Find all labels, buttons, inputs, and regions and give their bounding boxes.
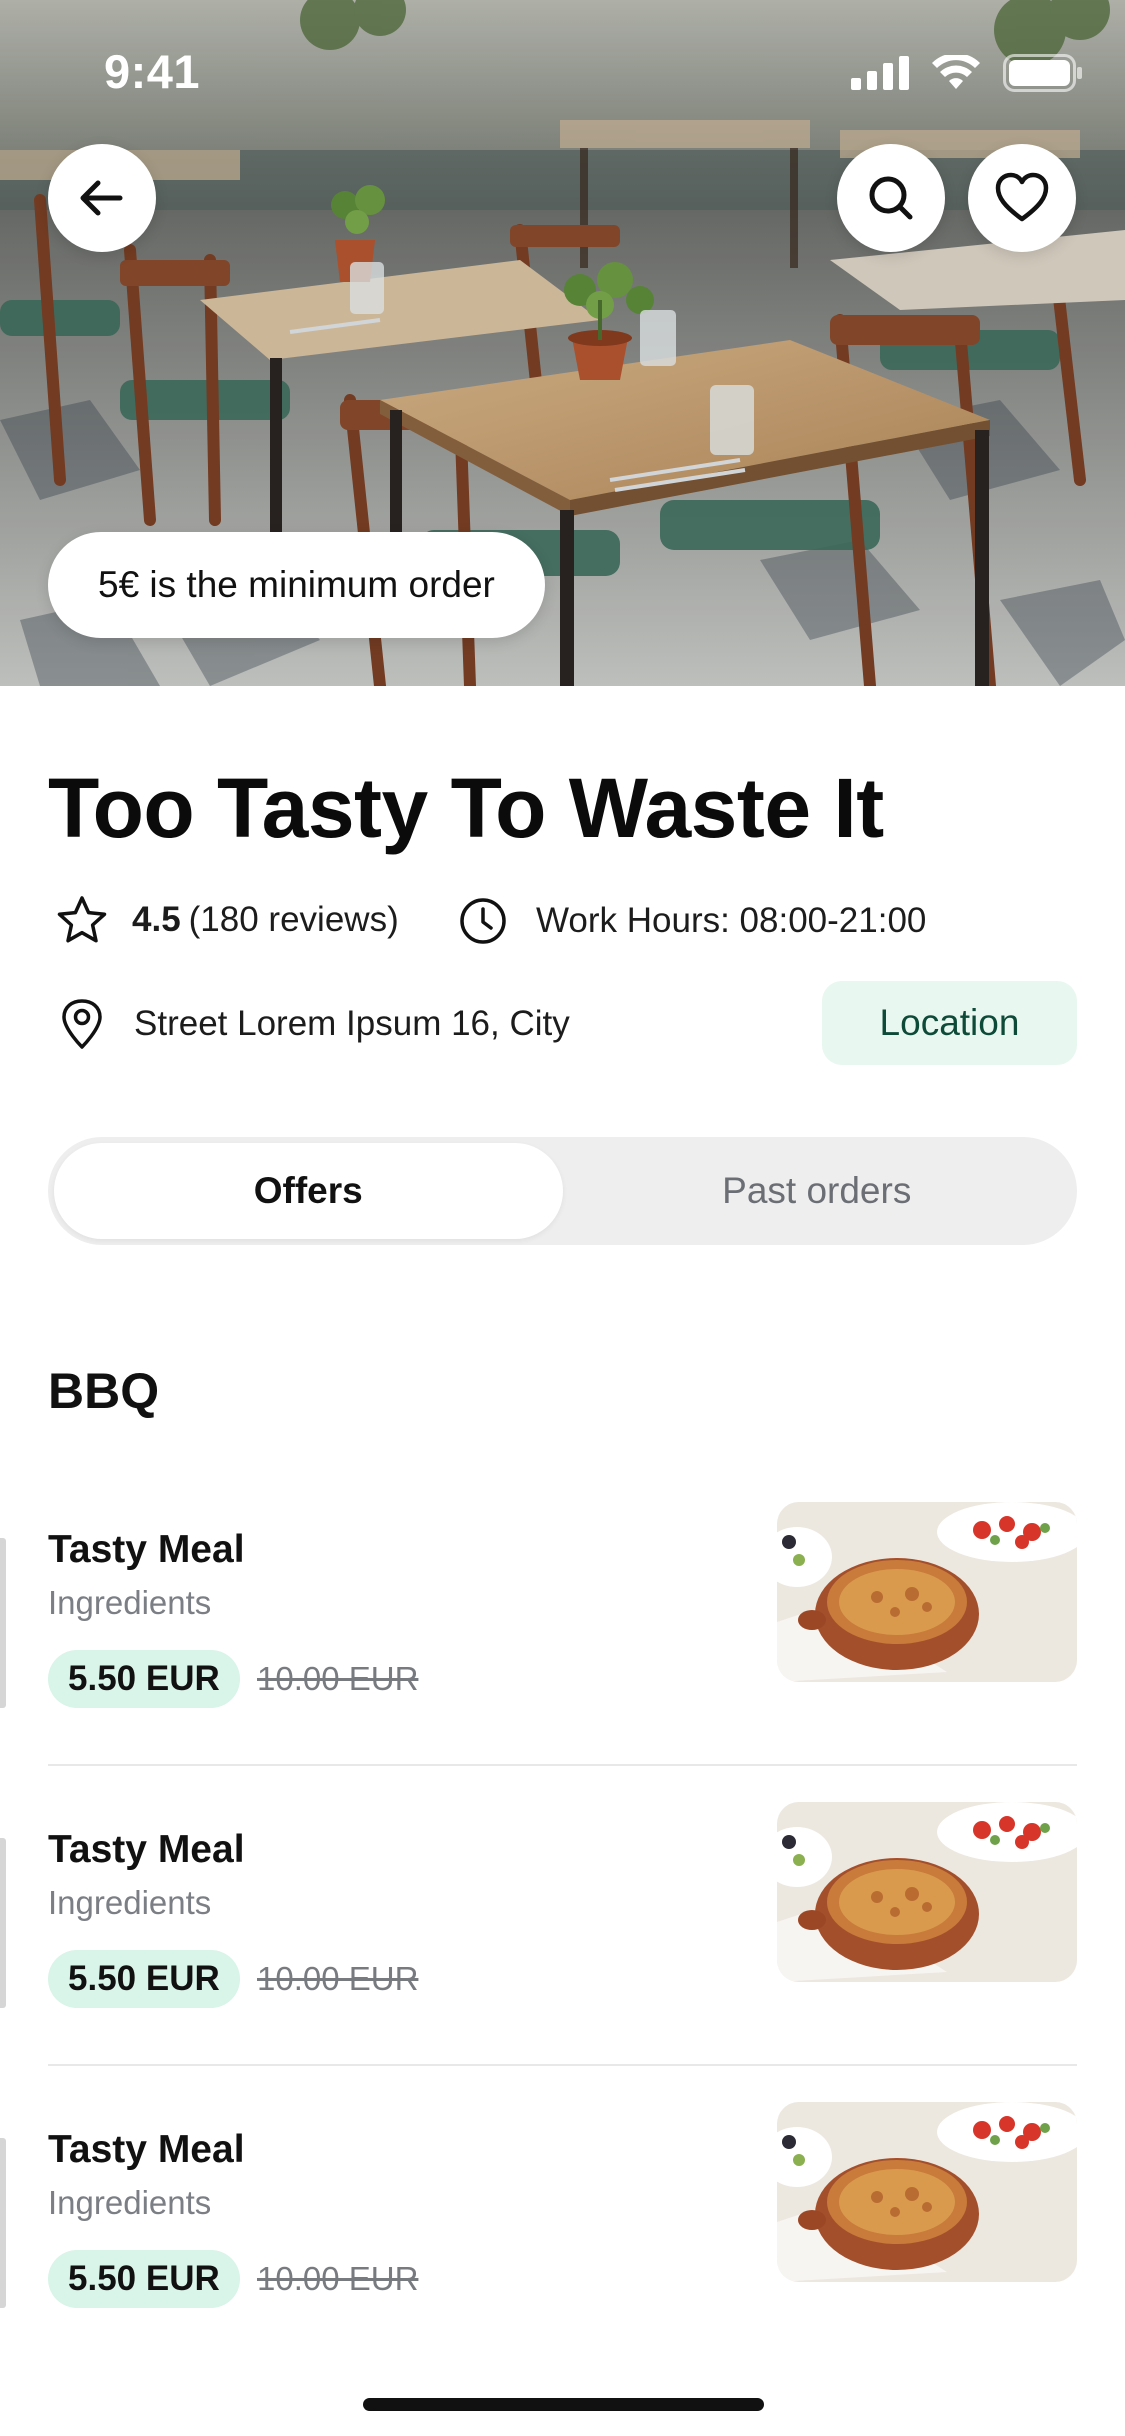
meal-name: Tasty Meal [48,2128,245,2171]
clock-icon [456,894,510,948]
wifi-icon [932,55,980,89]
search-icon [869,176,913,220]
work-hours: Work Hours: 08:00-21:00 [456,894,926,948]
address-text: Street Lorem Ipsum 16, City [134,1004,570,1043]
meal-image [777,2102,1077,2282]
meal-old-price: 10.00 EUR [257,1960,419,1997]
heart-icon [995,172,1049,222]
star-icon [56,894,108,946]
meal-image [777,1802,1077,1982]
meal-item[interactable]: Tasty Meal Ingredients 5.50 EUR 10.00 EU… [0,1802,1125,2008]
meal-old-price: 10.00 EUR [257,1660,419,1697]
location-button[interactable]: Location [822,981,1077,1065]
meal-item[interactable]: Tasty Meal Ingredients 5.50 EUR 10.00 EU… [0,1502,1125,1708]
meal-name: Tasty Meal [48,1828,245,1871]
card-edge [0,1538,6,1708]
tab-switcher: Offers Past orders [48,1137,1077,1245]
restaurant-name: Too Tasty To Waste It [48,761,884,855]
cellular-signal-icon [851,56,909,90]
status-icons [851,54,1083,92]
divider [48,1764,1077,1766]
meal-old-price: 10.00 EUR [257,2260,419,2297]
meal-ingredients: Ingredients [48,1584,212,1621]
home-indicator[interactable] [363,2398,764,2411]
meal-ingredients: Ingredients [48,1884,212,1921]
minimum-order-badge: 5€ is the minimum order [48,532,545,638]
arrow-left-icon [80,180,123,216]
battery-icon [1003,54,1082,92]
meal-image [777,1502,1077,1682]
address-row: Street Lorem Ipsum 16, City [56,998,570,1050]
meal-item[interactable]: Tasty Meal Ingredients 5.50 EUR 10.00 EU… [0,2102,1125,2308]
status-time: 9:41 [104,45,201,98]
restaurant-hero-image: 9:41 5€ is the minimum order [0,0,1125,686]
search-button[interactable] [837,144,945,252]
status-bar: 9:41 [0,0,1125,150]
meal-price: 5.50 EUR [48,1950,240,2008]
meal-price: 5.50 EUR [48,1650,240,1708]
section-title: BBQ [48,1363,160,1419]
divider [48,2064,1077,2066]
tab-past-orders[interactable]: Past orders [563,1143,1072,1239]
card-edge [0,2138,6,2308]
back-button[interactable] [48,144,156,252]
review-count: (180 reviews) [188,900,399,939]
work-hours-text: Work Hours: 08:00-21:00 [536,901,927,940]
tab-offers[interactable]: Offers [54,1143,563,1239]
rating-value: 4.5 [132,900,181,939]
card-edge [0,1838,6,2008]
meal-ingredients: Ingredients [48,2184,212,2221]
rating-row[interactable]: 4.5 (180 reviews) [56,894,399,946]
meal-name: Tasty Meal [48,1528,245,1571]
favorite-button[interactable] [968,144,1076,252]
meal-price: 5.50 EUR [48,2250,240,2308]
map-pin-icon [56,998,108,1050]
